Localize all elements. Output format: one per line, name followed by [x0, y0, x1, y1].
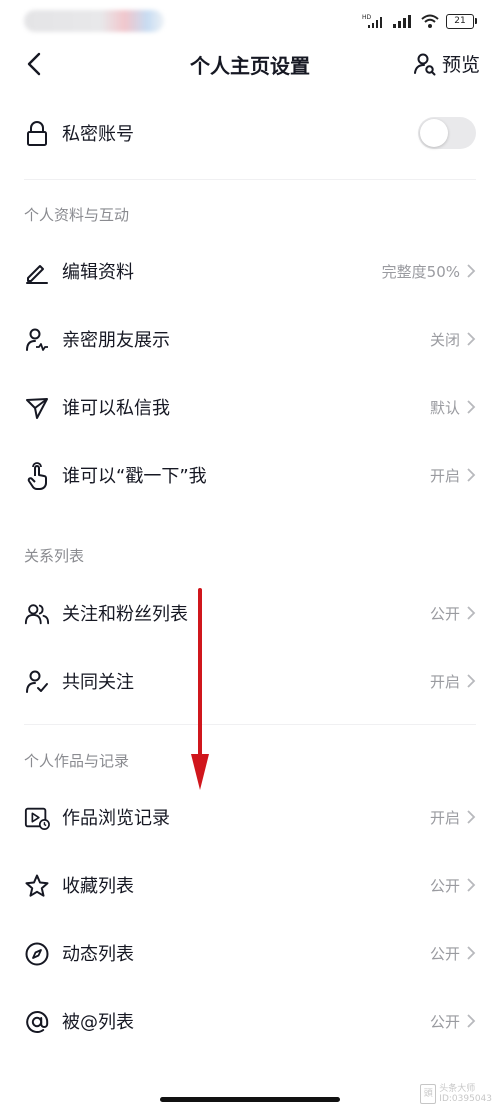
- private-account-toggle[interactable]: [418, 117, 476, 149]
- direct-message-label: 谁可以私信我: [62, 398, 170, 419]
- watch-history-row[interactable]: 作品浏览记录 开启: [0, 793, 500, 841]
- chevron-right-icon: [467, 468, 476, 482]
- blurred-carrier-info: [24, 10, 164, 32]
- follow-fans-label: 关注和粉丝列表: [62, 604, 188, 625]
- poke-row[interactable]: 谁可以“戳一下”我 开启: [0, 451, 500, 499]
- edit-profile-value: 完整度50%: [381, 262, 460, 281]
- edit-icon: [24, 259, 50, 285]
- favorites-row[interactable]: 收藏列表 公开: [0, 861, 500, 909]
- users-icon: [24, 601, 50, 627]
- chevron-right-icon: [467, 674, 476, 688]
- activity-value: 公开: [429, 944, 460, 963]
- chevron-right-icon: [467, 332, 476, 346]
- chevron-right-icon: [467, 264, 476, 278]
- watermark: 頭 头条大师 ID:0395043: [420, 1084, 492, 1104]
- mutual-follow-label: 共同关注: [62, 672, 134, 693]
- lock-icon: [24, 121, 50, 147]
- chevron-right-icon: [467, 878, 476, 892]
- mutual-follow-value: 开启: [429, 672, 460, 691]
- battery-indicator: 21: [446, 13, 477, 29]
- chevron-right-icon: [467, 400, 476, 414]
- watch-history-value: 开启: [429, 808, 460, 827]
- chevron-right-icon: [467, 606, 476, 620]
- compass-icon: [24, 941, 50, 967]
- edit-profile-row[interactable]: 编辑资料 完整度50%: [0, 247, 500, 295]
- watermark-line2: ID:0395043: [439, 1094, 492, 1104]
- activity-row[interactable]: 动态列表 公开: [0, 929, 500, 977]
- section-title-works: 个人作品与记录: [24, 752, 130, 770]
- preview-button[interactable]: 预览: [413, 50, 480, 77]
- preview-label: 预览: [441, 54, 480, 76]
- user-check-icon: [24, 669, 50, 695]
- direct-message-row[interactable]: 谁可以私信我 默认: [0, 383, 500, 431]
- user-heart-icon: [24, 327, 50, 353]
- mentions-value: 公开: [429, 1012, 460, 1031]
- status-icons: HD 21: [362, 13, 477, 29]
- edit-profile-label: 编辑资料: [62, 262, 134, 283]
- poke-label: 谁可以“戳一下”我: [62, 466, 207, 487]
- toggle-knob: [420, 119, 448, 147]
- chevron-right-icon: [467, 810, 476, 824]
- close-friends-value: 关闭: [429, 330, 460, 349]
- mentions-label: 被@列表: [62, 1012, 134, 1033]
- section-divider: [24, 179, 476, 180]
- nav-bar: 个人主页设置 预览: [0, 40, 500, 88]
- direct-message-value: 默认: [429, 398, 460, 417]
- mentions-row[interactable]: 被@列表 公开: [0, 997, 500, 1045]
- private-account-label: 私密账号: [62, 124, 134, 145]
- chevron-right-icon: [467, 1014, 476, 1028]
- svg-text:HD: HD: [362, 14, 372, 21]
- watermark-line1: 头条大师: [439, 1084, 476, 1094]
- tap-hand-icon: [24, 462, 50, 490]
- favorites-value: 公开: [429, 876, 460, 895]
- close-friends-row[interactable]: 亲密朋友展示 关闭: [0, 315, 500, 363]
- home-indicator[interactable]: [160, 1097, 340, 1102]
- mutual-follow-row[interactable]: 共同关注 开启: [0, 657, 500, 705]
- follow-fans-value: 公开: [429, 604, 460, 623]
- follow-fans-row[interactable]: 关注和粉丝列表 公开: [0, 589, 500, 637]
- red-down-arrow-annotation: [191, 588, 209, 790]
- cellular-signal-icon: [393, 15, 411, 28]
- star-icon: [24, 873, 50, 899]
- wifi-icon: [421, 14, 439, 28]
- favorites-label: 收藏列表: [62, 876, 134, 897]
- send-icon: [24, 395, 50, 421]
- hd-signal-icon: HD: [362, 14, 382, 28]
- watch-history-label: 作品浏览记录: [62, 808, 170, 829]
- poke-value: 开启: [429, 466, 460, 485]
- private-account-row[interactable]: 私密账号: [0, 109, 500, 157]
- watermark-logo-icon: 頭: [420, 1084, 437, 1104]
- close-friends-label: 亲密朋友展示: [62, 330, 170, 351]
- activity-label: 动态列表: [62, 944, 134, 965]
- video-history-icon: [24, 805, 50, 831]
- section-divider: [24, 724, 476, 725]
- chevron-right-icon: [467, 946, 476, 960]
- user-preview-icon: [413, 53, 436, 75]
- section-title-profile: 个人资料与互动: [24, 206, 130, 224]
- at-icon: [24, 1009, 50, 1035]
- section-title-relations: 关系列表: [24, 547, 85, 565]
- status-bar: HD 21: [0, 0, 500, 44]
